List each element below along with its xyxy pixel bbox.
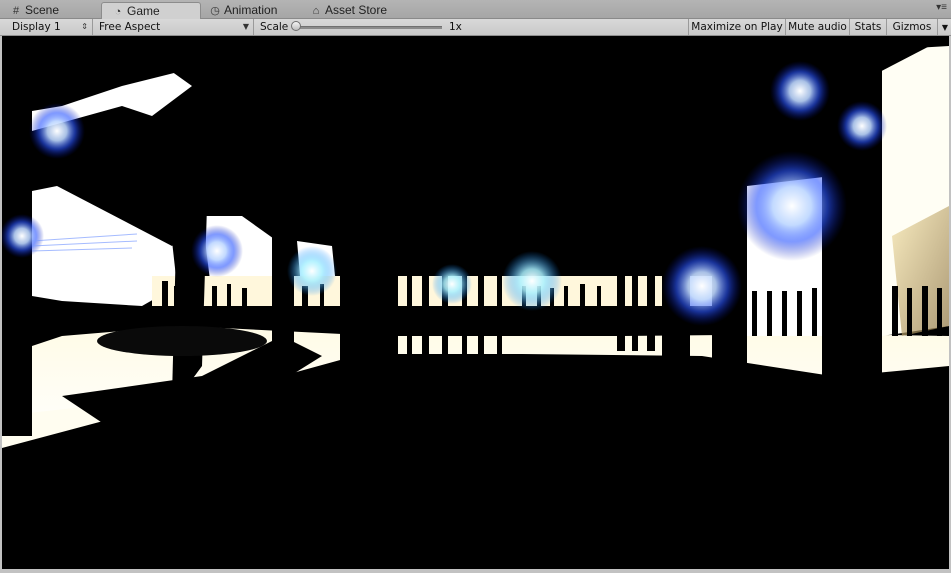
tab-menu-icon[interactable]: ▾≡ [936,2,947,13]
editor-tab-bar: # Scene ◔ Game ◷ Animation ⌂ Asset Store ▾≡ [0,0,951,19]
tab-scene-label: Scene [25,3,60,17]
scale-label: Scale [260,21,289,33]
display-dropdown[interactable]: Display 1 ⇕ [6,19,93,35]
tab-game-label: Game [127,4,160,18]
scale-slider-track[interactable] [296,26,442,29]
scale-slider-thumb[interactable] [291,21,301,31]
dropdown-arrow-icon: ▼ [941,23,949,32]
aspect-dropdown[interactable]: Free Aspect ▼ [93,19,254,35]
display-dropdown-label: Display 1 [12,21,61,33]
maximize-on-play-label: Maximize on Play [691,21,783,33]
tab-animation-label: Animation [224,3,278,17]
scale-value: 1x [449,21,462,33]
grid-icon: # [12,5,20,17]
store-icon: ⌂ [312,5,320,17]
tab-asset-store-label: Asset Store [325,3,388,17]
tab-game[interactable]: ◔ Game [101,2,201,19]
pacman-icon: ◔ [114,6,122,18]
maximize-on-play-toggle[interactable]: Maximize on Play [688,19,785,35]
dropdown-arrow-icon: ▼ [242,22,249,31]
mute-audio-label: Mute audio [788,21,847,33]
gizmos-toggle[interactable]: Gizmos [886,19,937,35]
game-scene-render [2,36,949,569]
game-render-view[interactable] [2,36,949,569]
tab-scene[interactable]: # Scene [10,2,59,18]
game-toolbar: Display 1 ⇕ Free Aspect ▼ Scale 1x Maxim… [0,19,951,36]
tab-asset-store[interactable]: ⌂ Asset Store [310,2,387,18]
stats-label: Stats [854,21,882,33]
aspect-dropdown-label: Free Aspect [99,21,161,33]
updown-arrow-icon: ⇕ [81,22,88,31]
gizmos-label: Gizmos [892,21,932,33]
stats-toggle[interactable]: Stats [849,19,886,35]
mute-audio-toggle[interactable]: Mute audio [785,19,849,35]
clock-icon: ◷ [210,5,220,17]
tab-animation[interactable]: ◷ Animation [209,2,277,18]
gizmos-dropdown[interactable]: ▼ [937,19,951,35]
